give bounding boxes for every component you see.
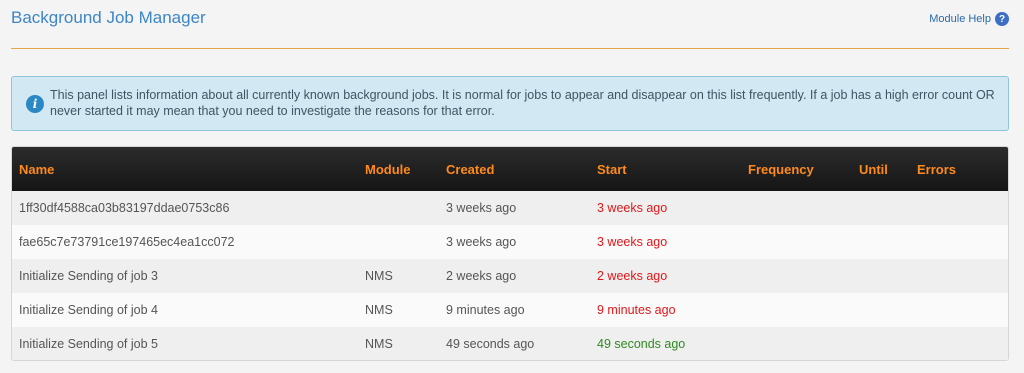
job-created: 3 weeks ago xyxy=(446,201,517,215)
page-title: Background Job Manager xyxy=(11,8,206,27)
column-header-frequency[interactable]: Frequency xyxy=(741,147,852,191)
column-header-name[interactable]: Name xyxy=(12,147,358,191)
job-module: NMS xyxy=(365,337,393,351)
info-text: This panel lists information about all c… xyxy=(50,88,995,118)
job-start: 3 weeks ago xyxy=(597,201,668,215)
job-start: 49 seconds ago xyxy=(597,337,686,351)
job-module xyxy=(358,225,439,259)
job-frequency xyxy=(741,327,852,360)
table-header-row: Name Module Created Start Frequency Unti… xyxy=(12,147,1008,191)
job-name: Initialize Sending of job 5 xyxy=(19,337,158,351)
job-module: NMS xyxy=(365,303,393,317)
job-frequency xyxy=(741,191,852,225)
job-errors xyxy=(910,191,1008,225)
job-until xyxy=(852,327,910,360)
column-header-errors[interactable]: Errors xyxy=(910,147,1008,191)
job-until xyxy=(852,225,910,259)
job-start: 9 minutes ago xyxy=(597,303,676,317)
table-row[interactable]: Initialize Sending of job 4 NMS 9 minute… xyxy=(12,293,1008,327)
job-name: Initialize Sending of job 3 xyxy=(19,269,158,283)
job-until xyxy=(852,259,910,293)
job-frequency xyxy=(741,293,852,327)
job-frequency xyxy=(741,259,852,293)
table-row[interactable]: fae65c7e73791ce197465ec4ea1cc072 3 weeks… xyxy=(12,225,1008,259)
page-header: Background Job Manager Module Help ? xyxy=(0,0,1024,50)
job-created: 3 weeks ago xyxy=(446,235,517,249)
module-help-label: Module Help xyxy=(929,13,991,25)
job-created: 2 weeks ago xyxy=(446,269,517,283)
job-name: fae65c7e73791ce197465ec4ea1cc072 xyxy=(19,235,235,249)
column-header-until[interactable]: Until xyxy=(852,147,910,191)
job-created: 49 seconds ago xyxy=(446,337,535,351)
job-until xyxy=(852,191,910,225)
job-created: 9 minutes ago xyxy=(446,303,525,317)
job-module: NMS xyxy=(365,269,393,283)
job-errors xyxy=(910,327,1008,360)
table-row[interactable]: 1ff30df4588ca03b83197ddae0753c86 3 weeks… xyxy=(12,191,1008,225)
job-start: 3 weeks ago xyxy=(597,235,668,249)
job-until xyxy=(852,293,910,327)
table-row[interactable]: Initialize Sending of job 3 NMS 2 weeks … xyxy=(12,259,1008,293)
column-header-created[interactable]: Created xyxy=(439,147,590,191)
job-name: 1ff30df4588ca03b83197ddae0753c86 xyxy=(19,201,230,215)
column-header-start[interactable]: Start xyxy=(590,147,741,191)
jobs-table: Name Module Created Start Frequency Unti… xyxy=(11,146,1009,361)
table-row[interactable]: Initialize Sending of job 5 NMS 49 secon… xyxy=(12,327,1008,360)
job-frequency xyxy=(741,225,852,259)
job-errors xyxy=(910,293,1008,327)
column-header-module[interactable]: Module xyxy=(358,147,439,191)
question-icon: ? xyxy=(995,12,1009,26)
job-module xyxy=(358,191,439,225)
header-divider xyxy=(11,48,1009,49)
info-icon: i xyxy=(26,95,44,113)
job-name: Initialize Sending of job 4 xyxy=(19,303,158,317)
job-start: 2 weeks ago xyxy=(597,269,668,283)
job-errors xyxy=(910,225,1008,259)
job-errors xyxy=(910,259,1008,293)
info-panel: i This panel lists information about all… xyxy=(11,76,1009,131)
module-help-link[interactable]: Module Help ? xyxy=(929,12,1009,26)
